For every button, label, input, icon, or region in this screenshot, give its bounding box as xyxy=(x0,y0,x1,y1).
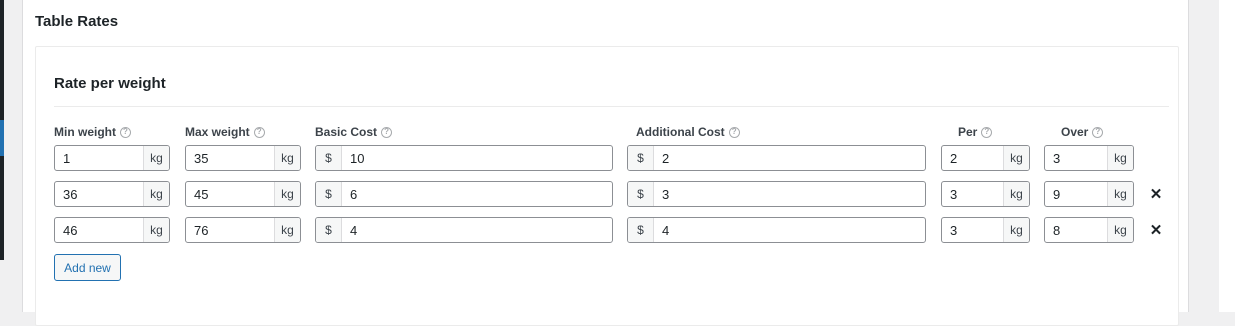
max-weight-value[interactable]: 76 xyxy=(186,218,274,242)
per-value[interactable]: 3 xyxy=(942,182,1003,206)
currency-prefix: $ xyxy=(316,146,342,170)
unit-suffix: kg xyxy=(274,218,300,242)
max-weight-field[interactable]: 76 kg xyxy=(185,217,301,243)
additional-cost-value[interactable]: 4 xyxy=(654,218,925,242)
min-weight-value[interactable]: 46 xyxy=(55,218,143,242)
column-header-additional-cost: Additional Cost ? xyxy=(636,125,740,139)
over-field[interactable]: 8 kg xyxy=(1044,217,1134,243)
currency-prefix: $ xyxy=(316,218,342,242)
per-field[interactable]: 3 kg xyxy=(941,181,1030,207)
column-header-over: Over ? xyxy=(1061,125,1104,139)
help-icon[interactable]: ? xyxy=(381,126,393,138)
column-label: Per xyxy=(958,125,978,139)
unit-suffix: kg xyxy=(1107,146,1133,170)
currency-prefix: $ xyxy=(628,218,654,242)
over-value[interactable]: 3 xyxy=(1045,146,1107,170)
min-weight-field[interactable]: 46 kg xyxy=(54,217,170,243)
help-icon[interactable]: ? xyxy=(1092,126,1104,138)
add-new-button[interactable]: Add new xyxy=(54,254,121,281)
remove-row-icon[interactable]: ✕ xyxy=(1149,222,1163,239)
unit-suffix: kg xyxy=(143,182,169,206)
min-weight-field[interactable]: 36 kg xyxy=(54,181,170,207)
additional-cost-value[interactable]: 3 xyxy=(654,182,925,206)
additional-cost-field[interactable]: $ 4 xyxy=(627,217,926,243)
card-title: Rate per weight xyxy=(54,75,166,92)
unit-suffix: kg xyxy=(274,146,300,170)
help-icon[interactable]: ? xyxy=(981,126,993,138)
basic-cost-value[interactable]: 4 xyxy=(342,218,612,242)
min-weight-value[interactable]: 1 xyxy=(55,146,143,170)
help-icon[interactable]: ? xyxy=(120,126,131,138)
help-icon[interactable]: ? xyxy=(728,126,740,138)
rate-per-weight-card: Rate per weight Min weight ? Max weight … xyxy=(35,46,1179,326)
over-field[interactable]: 9 kg xyxy=(1044,181,1134,207)
column-header-per: Per ? xyxy=(958,125,993,139)
column-label: Min weight xyxy=(54,125,116,139)
basic-cost-value[interactable]: 6 xyxy=(342,182,612,206)
unit-suffix: kg xyxy=(274,182,300,206)
unit-suffix: kg xyxy=(1003,218,1029,242)
card-divider xyxy=(54,106,1169,107)
unit-suffix: kg xyxy=(1003,182,1029,206)
over-value[interactable]: 9 xyxy=(1045,182,1107,206)
per-value[interactable]: 2 xyxy=(942,146,1003,170)
additional-cost-field[interactable]: $ 2 xyxy=(627,145,926,171)
min-weight-value[interactable]: 36 xyxy=(55,182,143,206)
max-weight-field[interactable]: 45 kg xyxy=(185,181,301,207)
unit-suffix: kg xyxy=(143,218,169,242)
unit-suffix: kg xyxy=(143,146,169,170)
admin-sidebar-active-indicator xyxy=(0,120,4,156)
remove-row-icon[interactable]: ✕ xyxy=(1149,186,1163,203)
max-weight-value[interactable]: 35 xyxy=(186,146,274,170)
right-gutter xyxy=(1219,0,1235,312)
per-value[interactable]: 3 xyxy=(942,218,1003,242)
column-header-min-weight: Min weight ? xyxy=(54,125,131,139)
min-weight-field[interactable]: 1 kg xyxy=(54,145,170,171)
currency-prefix: $ xyxy=(628,182,654,206)
over-field[interactable]: 3 kg xyxy=(1044,145,1134,171)
per-field[interactable]: 3 kg xyxy=(941,217,1030,243)
basic-cost-field[interactable]: $ 6 xyxy=(315,181,613,207)
additional-cost-field[interactable]: $ 3 xyxy=(627,181,926,207)
basic-cost-field[interactable]: $ 4 xyxy=(315,217,613,243)
over-value[interactable]: 8 xyxy=(1045,218,1107,242)
basic-cost-value[interactable]: 10 xyxy=(342,146,612,170)
table-rates-panel: Table Rates Rate per weight Min weight ?… xyxy=(22,0,1189,326)
unit-suffix: kg xyxy=(1003,146,1029,170)
currency-prefix: $ xyxy=(316,182,342,206)
unit-suffix: kg xyxy=(1107,182,1133,206)
basic-cost-field[interactable]: $ 10 xyxy=(315,145,613,171)
unit-suffix: kg xyxy=(1107,218,1133,242)
column-header-basic-cost: Basic Cost ? xyxy=(315,125,393,139)
currency-prefix: $ xyxy=(628,146,654,170)
per-field[interactable]: 2 kg xyxy=(941,145,1030,171)
additional-cost-value[interactable]: 2 xyxy=(654,146,925,170)
help-icon[interactable]: ? xyxy=(253,126,265,138)
max-weight-field[interactable]: 35 kg xyxy=(185,145,301,171)
column-label: Max weight xyxy=(185,125,250,139)
column-label: Additional Cost xyxy=(636,125,725,139)
section-title: Table Rates xyxy=(35,13,119,30)
column-label: Over xyxy=(1061,125,1089,139)
column-label: Basic Cost xyxy=(315,125,378,139)
max-weight-value[interactable]: 45 xyxy=(186,182,274,206)
column-header-max-weight: Max weight ? xyxy=(185,125,265,139)
